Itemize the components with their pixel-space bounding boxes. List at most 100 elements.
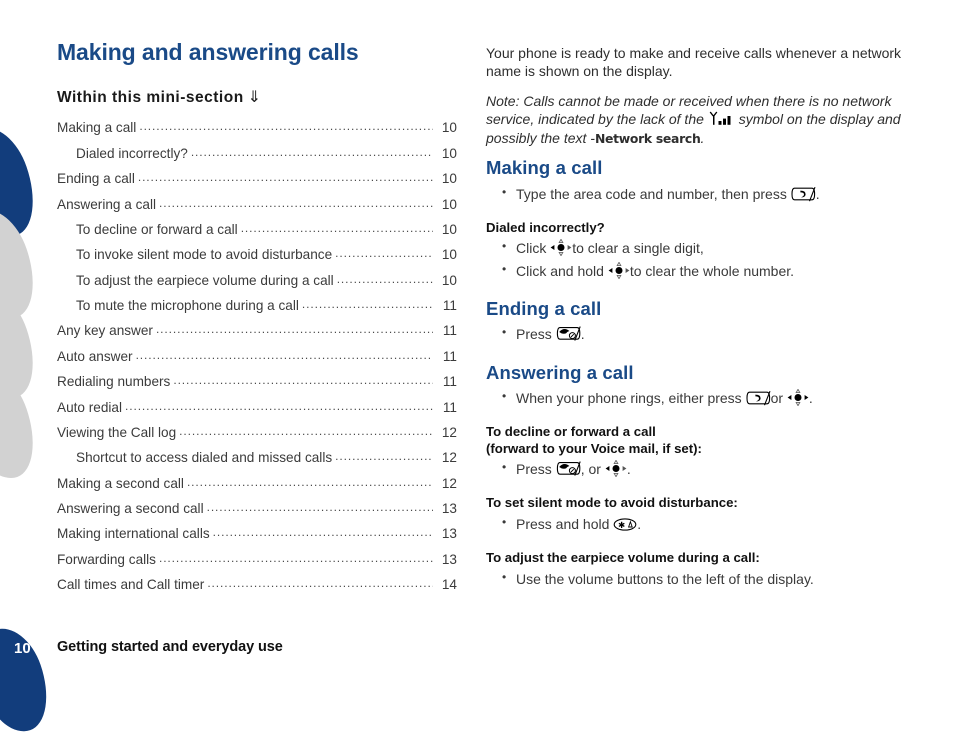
bullet-text-after: . [637,515,642,532]
toc-entry-page-number: 12 [441,424,457,440]
heading-silent-mode: To set silent mode to avoid disturbance: [486,495,738,511]
toc-entry[interactable]: Auto answer 11 [57,343,457,368]
page-body: Making and answering calls Within this m… [0,0,954,677]
list-item: When your phone rings, either press or [502,387,906,409]
toc-heading: Within this mini-section ⇓ [57,87,457,107]
list-item: Use the volume buttons to the left of th… [502,568,906,590]
list-item: Click to clear a single digit, [502,237,906,259]
toc-entry-page-number: 11 [442,399,457,415]
toc-entry-page-number: 11 [442,348,457,364]
toc-entry[interactable]: Any key answer 11 [57,317,457,342]
toc-entry[interactable]: Making a second call 12 [57,470,457,495]
toc-entry[interactable]: Auto redial 11 [57,393,457,418]
toc-entry-page-number: 10 [441,272,457,288]
toc-entry-label: Making international calls [57,526,210,542]
heading-dialed-incorrectly: Dialed incorrectly? [486,219,605,235]
toc-entry[interactable]: To mute the microphone during a call 11 [57,292,457,317]
toc-entry-page-number: 13 [441,551,457,567]
bullet-text-after: . [580,326,585,343]
toc-entry[interactable]: Ending a call 10 [57,165,457,190]
toc-entry-label: To invoke silent mode to avoid disturban… [76,247,333,263]
toc-entry[interactable]: To decline or forward a call 10 [57,216,457,241]
heading-decline-or-forward: To decline or forward a call (forward to… [486,424,906,457]
toc-entry-label: Redialing numbers [57,374,171,390]
toc-leader-dots [136,347,433,361]
toc-entry-label: Making a second call [57,475,184,491]
toc-entry[interactable]: Viewing the Call log 12 [57,419,457,444]
toc-leader-dots [207,576,433,590]
toc-leader-dots [173,373,433,387]
list-item: Press . [502,323,906,345]
heading-line-2: (forward to your Voice mail, if set): [486,440,702,456]
intro-paragraph: Your phone is ready to make and receive … [486,45,902,80]
toc-entry[interactable]: Answering a call 10 [57,190,457,215]
toc-entry[interactable]: Shortcut to access dialed and missed cal… [57,444,457,469]
toc-entry-page-number: 13 [441,526,457,542]
toc-entry-page-number: 10 [441,196,457,212]
toc-entry-page-number: 14 [441,577,457,593]
note-paragraph: Note: Calls cannot be made or received w… [486,92,906,147]
toc-entry-page-number: 12 [441,450,457,466]
bullet-list-dialed-incorrectly: Click to clear a single digit, Click and… [486,237,906,282]
toc-entry-label: Dialed incorrectly? [76,145,188,161]
bullet-list-ending-a-call: Press . [486,323,906,345]
bullet-text-middle: or [770,389,784,406]
toc-entry[interactable]: Dialed incorrectly? 10 [57,140,457,165]
toc-entry-page-number: 11 [442,323,457,339]
network-search-text: Network search [594,130,701,146]
toc-entry[interactable]: Forwarding calls 13 [57,546,457,571]
toc-entry-label: Viewing the Call log [57,424,177,440]
toc-heading-label: Within this mini-section [57,89,244,107]
toc-entry-page-number: 12 [441,475,457,491]
bullet-list-decline-or-forward: Press , or [486,458,906,480]
footer-section-label: Getting started and everyday use [57,639,283,655]
bullet-list-making-a-call: Type the area code and number, then pres… [486,183,906,205]
page-title: Making and answering calls [57,39,359,65]
toc-entry[interactable]: Answering a second call 13 [57,495,457,520]
toc-entry-page-number: 10 [441,247,457,263]
toc-entry-label: Answering a call [57,196,156,212]
table-of-contents: Making a call10Dialed incorrectly?10Endi… [57,114,457,596]
toc-entry-label: Auto answer [57,348,133,364]
toc-leader-dots [156,322,433,336]
toc-entry[interactable]: Call times and Call timer 14 [57,571,457,596]
navigation-key-icon [787,388,809,406]
bullet-text-after: . [626,461,631,478]
toc-entry-label: To mute the microphone during a call [76,298,299,314]
toc-entry-page-number: 11 [442,374,457,390]
toc-leader-dots [207,500,433,514]
svg-text:✱: ✱ [618,521,625,531]
toc-entry[interactable]: Redialing numbers 11 [57,368,457,393]
toc-entry[interactable]: To adjust the earpiece volume during a c… [57,267,457,292]
bullet-text: Press [516,326,552,343]
toc-leader-dots [302,297,433,311]
call-key-icon [746,390,771,406]
toc-entry[interactable]: To invoke silent mode to avoid disturban… [57,241,457,266]
toc-entry-label: Answering a second call [57,501,204,517]
left-column: Making and answering calls Within this m… [57,39,457,596]
list-item: Click and hold to clear the whole number… [502,260,906,282]
toc-leader-dots [179,423,433,437]
list-item: Type the area code and number, then pres… [502,183,906,205]
toc-leader-dots [138,170,433,184]
toc-entry-page-number: 10 [441,221,457,237]
toc-entry-label: Ending a call [57,171,135,187]
toc-leader-dots [337,271,433,285]
toc-entry[interactable]: Making a call 10 [57,114,457,139]
toc-entry-page-number: 11 [442,298,457,314]
toc-leader-dots [335,449,433,463]
double-down-arrow-icon: ⇓ [247,89,262,107]
bullet-text: Click and hold [516,262,604,279]
toc-leader-dots [159,550,433,564]
bullet-text: Press and hold [516,515,610,532]
bullet-text: Press [516,461,552,478]
bullet-list-earpiece-volume: Use the volume buttons to the left of th… [486,568,906,590]
heading-ending-a-call: Ending a call [486,298,602,319]
signal-strength-icon [708,111,735,126]
heading-answering-a-call: Answering a call [486,361,634,383]
toc-entry-label: To adjust the earpiece volume during a c… [76,272,334,288]
toc-entry-label: To decline or forward a call [76,221,238,237]
toc-leader-dots [191,144,433,158]
toc-entry[interactable]: Making international calls 13 [57,520,457,545]
bullet-text: When your phone rings, either press [516,389,742,406]
